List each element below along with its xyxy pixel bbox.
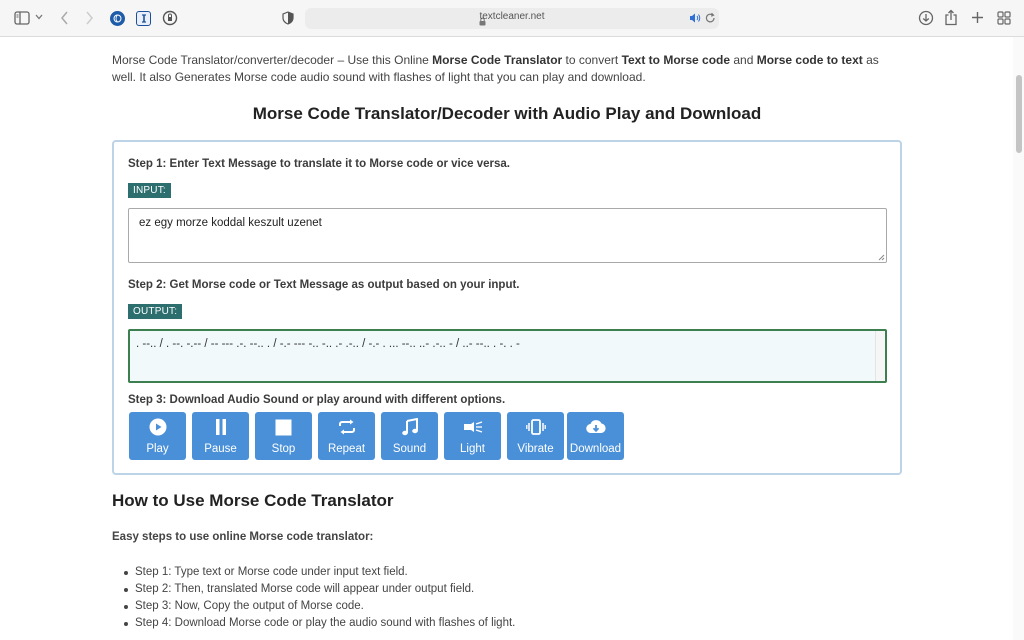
howto-heading: How to Use Morse Code Translator [112, 491, 394, 510]
list-item: Step 3: Now, Copy the output of Morse co… [123, 598, 515, 615]
output-scrollbar[interactable] [875, 331, 885, 381]
play-button[interactable]: Play [129, 412, 186, 460]
translator-panel: Step 1: Enter Text Message to translate … [112, 140, 902, 475]
vibrate-icon [525, 416, 546, 438]
share-icon[interactable] [944, 9, 958, 26]
downloads-icon[interactable] [918, 10, 934, 26]
howto-steps-list: Step 1: Type text or Morse code under in… [123, 564, 515, 632]
address-url: textcleaner.net [479, 11, 545, 22]
input-text: ez egy morze koddal keszult uzenet [139, 217, 322, 229]
page-scrollbar-thumb[interactable] [1016, 75, 1022, 153]
extension-globe-icon[interactable] [110, 11, 125, 26]
speaker-icon[interactable] [689, 12, 701, 24]
sound-label: Sound [392, 443, 427, 455]
repeat-button[interactable]: Repeat [318, 412, 375, 460]
step1-label: Step 1: Enter Text Message to translate … [128, 158, 510, 170]
reload-icon[interactable] [705, 12, 716, 24]
pause-icon [214, 416, 228, 438]
extension-privacy-icon[interactable] [162, 10, 178, 26]
browser-toolbar: textcleaner.net [0, 0, 1024, 37]
howto-subheading: Easy steps to use online Morse code tran… [112, 531, 374, 543]
output-textarea[interactable]: . --.. / . --. -.-- / -- --- .-. --.. . … [128, 329, 887, 383]
input-tag: INPUT: [128, 183, 171, 198]
back-icon[interactable] [60, 11, 69, 25]
stop-button[interactable]: Stop [255, 412, 312, 460]
resize-handle-icon[interactable] [877, 253, 885, 261]
stop-icon [275, 416, 292, 438]
download-label: Download [569, 443, 622, 455]
list-item: Step 2: Then, translated Morse code will… [123, 581, 515, 598]
cloud-download-icon [585, 416, 606, 438]
tab-overview-icon[interactable] [997, 11, 1011, 25]
list-item: Step 1: Type text or Morse code under in… [123, 564, 515, 581]
intro-paragraph: Morse Code Translator/converter/decoder … [112, 53, 879, 84]
light-button[interactable]: Light [444, 412, 501, 460]
vibrate-label: Vibrate [517, 443, 554, 455]
chevron-down-icon[interactable] [35, 14, 43, 20]
play-circle-icon [149, 416, 167, 438]
privacy-report-shield-icon[interactable] [282, 11, 294, 25]
sound-button[interactable]: Sound [381, 412, 438, 460]
sidebar-toggle-icon[interactable] [14, 11, 30, 25]
repeat-icon [337, 416, 357, 438]
output-tag: OUTPUT: [128, 304, 183, 319]
input-textarea[interactable]: ez egy morze koddal keszult uzenet [128, 208, 887, 263]
download-button[interactable]: Download [567, 412, 624, 460]
forward-icon[interactable] [85, 11, 94, 25]
repeat-label: Repeat [327, 443, 366, 455]
pause-label: Pause [204, 443, 237, 455]
new-tab-plus-icon[interactable] [971, 11, 984, 24]
light-label: Light [460, 443, 485, 455]
step3-label: Step 3: Download Audio Sound or play aro… [128, 394, 506, 406]
page-title: Morse Code Translator/Decoder with Audio… [252, 104, 762, 123]
address-bar[interactable]: textcleaner.net [305, 8, 719, 29]
list-item: Step 4: Download Morse code or play the … [123, 615, 515, 632]
step2-label: Step 2: Get Morse code or Text Message a… [128, 279, 520, 291]
extension-reader-icon[interactable] [136, 11, 151, 26]
stop-label: Stop [271, 443, 296, 455]
output-text: . --.. / . --. -.-- / -- --- .-. --.. . … [136, 338, 520, 350]
play-label: Play [146, 443, 169, 455]
pause-button[interactable]: Pause [192, 412, 249, 460]
vibrate-button[interactable]: Vibrate [507, 412, 564, 460]
music-note-icon [401, 416, 418, 438]
light-beam-icon [463, 416, 483, 438]
